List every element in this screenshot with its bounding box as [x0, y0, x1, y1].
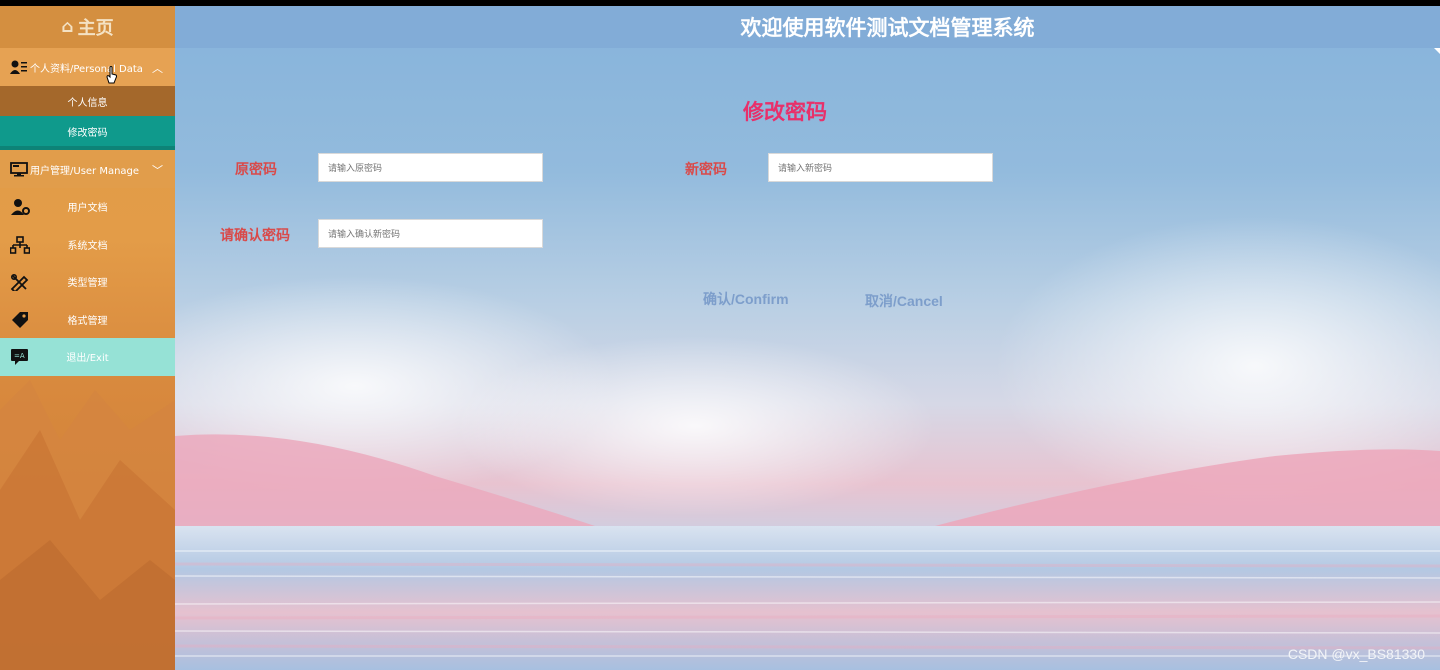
- new-password-input[interactable]: [768, 153, 993, 182]
- menu-group-label: 用户管理/User Manage: [30, 165, 140, 177]
- svg-text:=A: =A: [14, 352, 25, 360]
- page-title: 欢迎使用软件测试文档管理系统: [740, 16, 1035, 40]
- user-card-icon: [10, 59, 28, 75]
- exit-chat-icon: =A: [11, 349, 28, 365]
- sidebar-item-user-docs[interactable]: 用户文档: [0, 188, 175, 226]
- chevron-up-icon: ︿: [152, 62, 163, 75]
- home-label: 主页: [77, 18, 114, 39]
- sidebar-item-type-manage[interactable]: 类型管理: [0, 263, 175, 301]
- sidebar-item-change-password[interactable]: 修改密码: [0, 116, 175, 150]
- cancel-button[interactable]: 取消/Cancel: [865, 291, 943, 311]
- top-header: 欢迎使用软件测试文档管理系统: [175, 6, 1440, 48]
- new-password-label: 新密码: [685, 162, 727, 178]
- confirm-password-label: 请确认密码: [220, 228, 290, 244]
- watermark: CSDN @vx_BS81330: [1287, 646, 1425, 662]
- sidebar: ⌂ 主页 个人资料/Personal Data ︿ 个人信息 修改密码 用户管理…: [0, 6, 175, 670]
- sidebar-background-art: [0, 380, 175, 670]
- form-title: 修改密码: [743, 100, 827, 124]
- home-link[interactable]: ⌂ 主页: [0, 6, 175, 48]
- menu-group-user-manage[interactable]: 用户管理/User Manage ﹀: [0, 150, 175, 188]
- menu-group-personal-data[interactable]: 个人资料/Personal Data ︿: [0, 48, 175, 86]
- home-icon: ⌂: [61, 17, 74, 37]
- old-password-label: 原密码: [235, 162, 277, 178]
- old-password-input[interactable]: [318, 153, 543, 182]
- sidebar-item-personal-info[interactable]: 个人信息: [0, 86, 175, 116]
- sidebar-item-exit[interactable]: =A 退出/Exit: [0, 338, 175, 376]
- sitemap-icon: [10, 235, 30, 254]
- sidebar-item-system-docs[interactable]: 系统文档: [0, 226, 175, 264]
- pencil-ruler-icon: [10, 273, 29, 291]
- monitor-icon: [10, 161, 28, 177]
- tag-icon: [12, 311, 28, 328]
- sidebar-item-format-manage[interactable]: 格式管理: [0, 301, 175, 339]
- mouse-pointer-icon: [106, 66, 117, 84]
- confirm-password-input[interactable]: [318, 219, 543, 248]
- chevron-down-icon: ﹀: [152, 164, 163, 177]
- user-gear-icon: [11, 199, 30, 215]
- corner-marker: [1434, 48, 1440, 54]
- confirm-button[interactable]: 确认/Confirm: [703, 289, 789, 309]
- menu-group-label: 个人资料/Personal Data: [30, 63, 143, 75]
- main-content: 欢迎使用软件测试文档管理系统 修改密码 原密码 新密码 请确认密码 确认/Con…: [175, 6, 1440, 670]
